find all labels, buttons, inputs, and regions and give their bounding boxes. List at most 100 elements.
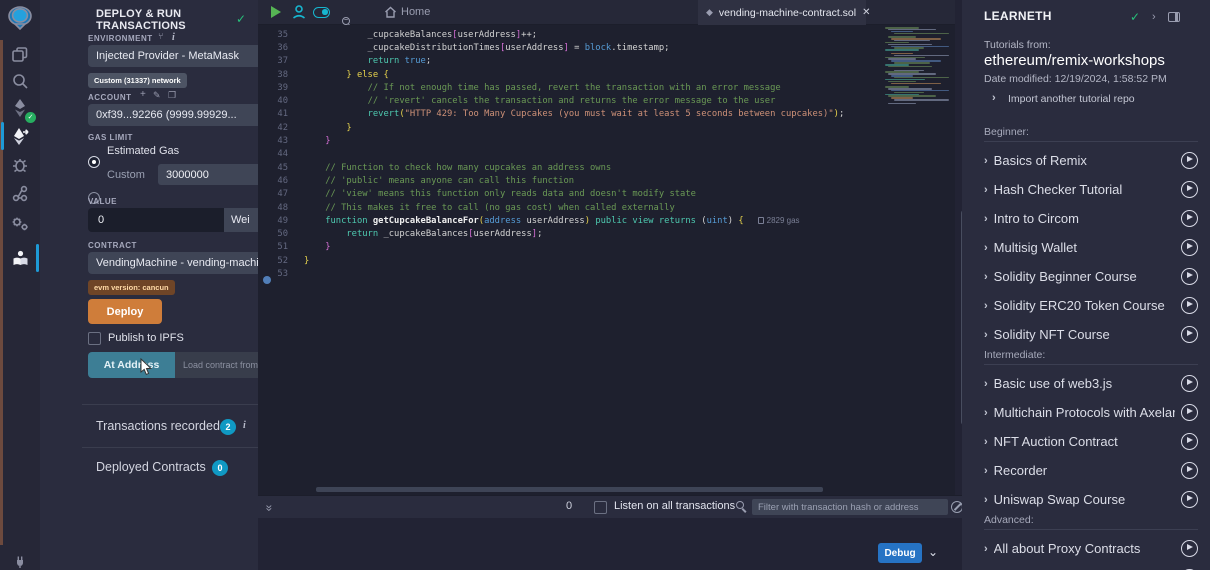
tutorial-item[interactable]: ›Deploy with Libraries xyxy=(984,563,1198,570)
terminal-expand-icon[interactable]: » xyxy=(262,505,276,512)
environment-select[interactable]: Injected Provider - MetaMask ∥ xyxy=(88,45,282,67)
environment-info-icon[interactable]: i xyxy=(172,32,175,43)
code-line[interactable]: 41 revert("HTTP 429: Too Many Cupcakes (… xyxy=(258,108,878,121)
file-explorer-icon[interactable] xyxy=(0,42,40,68)
tutorial-item[interactable]: ›Multisig Wallet xyxy=(984,233,1198,262)
horizontal-scrollbar[interactable] xyxy=(316,487,823,492)
code-line[interactable]: 53 xyxy=(258,267,878,280)
remix-logo-icon[interactable] xyxy=(0,5,40,31)
tutorial-play-button[interactable] xyxy=(1181,462,1198,479)
listen-all-checkbox[interactable] xyxy=(594,501,607,514)
tutorial-play-button[interactable] xyxy=(1181,181,1198,198)
tutorial-expand-chevron[interactable]: › xyxy=(984,543,988,555)
deploy-run-icon[interactable] xyxy=(0,123,40,149)
settings-icon[interactable] xyxy=(0,210,40,236)
tutorial-expand-chevron[interactable]: › xyxy=(984,271,988,283)
tab-close-icon[interactable]: ✕ xyxy=(862,7,870,18)
tutorial-expand-chevron[interactable]: › xyxy=(984,465,988,477)
tutorial-expand-chevron[interactable]: › xyxy=(984,407,988,419)
deploy-button[interactable]: Deploy xyxy=(88,299,162,324)
copy-account-icon[interactable]: ❐ xyxy=(168,90,176,101)
publish-ipfs-checkbox[interactable] xyxy=(88,332,101,345)
plugin-manager-icon[interactable] xyxy=(0,548,40,570)
tutorial-play-button[interactable] xyxy=(1181,404,1198,421)
run-script-icon[interactable] xyxy=(271,6,281,18)
tutorial-expand-chevron[interactable]: › xyxy=(984,329,988,341)
tutorial-play-button[interactable] xyxy=(1181,297,1198,314)
tutorial-expand-chevron[interactable]: › xyxy=(984,494,988,506)
tutorial-item[interactable]: ›Recorder xyxy=(984,456,1198,485)
tutorial-item[interactable]: ›Basic use of web3.js xyxy=(984,369,1198,398)
tutorial-item[interactable]: ›Solidity ERC20 Token Course xyxy=(984,291,1198,320)
code-line[interactable]: 35 _cupcakeBalances[userAddress]++; xyxy=(258,28,878,41)
estimated-gas-radio[interactable] xyxy=(88,156,100,168)
solidity-compiler-icon[interactable]: ✓ xyxy=(0,95,40,121)
git-icon[interactable] xyxy=(0,181,40,207)
code-line[interactable]: 47 // 'view' means this function only re… xyxy=(258,188,878,201)
tutorial-expand-chevron[interactable]: › xyxy=(984,378,988,390)
code-line[interactable]: 43 } xyxy=(258,134,878,147)
code-line[interactable]: 39 // If not enough time has passed, rev… xyxy=(258,81,878,94)
code-line[interactable]: 48 // This makes it free to call (no gas… xyxy=(258,201,878,214)
tutorial-expand-chevron[interactable]: › xyxy=(984,155,988,167)
ai-assistant-icon[interactable] xyxy=(291,4,307,20)
tutorial-play-button[interactable] xyxy=(1181,433,1198,450)
tutorial-item[interactable]: ›Multichain Protocols with Axelar xyxy=(984,398,1198,427)
debugger-icon[interactable] xyxy=(0,152,40,178)
tutorial-expand-chevron[interactable]: › xyxy=(984,213,988,225)
home-icon[interactable] xyxy=(384,6,397,19)
contract-select[interactable]: VendingMachine - vending-machin xyxy=(88,252,282,274)
tutorial-item[interactable]: ›Solidity Beginner Course xyxy=(984,262,1198,291)
at-address-button[interactable]: At Address xyxy=(88,352,175,378)
tutorial-play-button[interactable] xyxy=(1181,268,1198,285)
tutorial-play-button[interactable] xyxy=(1181,491,1198,508)
tutorial-play-button[interactable] xyxy=(1181,210,1198,227)
sign-message-icon[interactable]: ✎ xyxy=(153,90,161,101)
code-line[interactable]: 52} xyxy=(258,254,878,267)
tutorial-item[interactable]: ›Basics of Remix xyxy=(984,146,1198,175)
tutorial-play-button[interactable] xyxy=(1181,326,1198,343)
learneth-expand-chevron[interactable]: › xyxy=(1152,11,1156,23)
tutorial-expand-chevron[interactable]: › xyxy=(984,184,988,196)
home-label[interactable]: Home xyxy=(401,6,430,18)
code-line[interactable]: 42 } xyxy=(258,121,878,134)
code-line[interactable]: 45 // Function to check how many cupcake… xyxy=(258,161,878,174)
tab-vending-machine-contract[interactable]: ◆ vending-machine-contract.sol ✕ xyxy=(698,0,866,25)
tutorial-expand-chevron[interactable]: › xyxy=(984,436,988,448)
tx-expand-chevron-icon[interactable]: ⌄ xyxy=(928,545,938,559)
ai-toggle-icon[interactable] xyxy=(313,7,330,18)
code-line[interactable]: 36 _cupcakeDistributionTimes[userAddress… xyxy=(258,41,878,54)
learneth-plugin-icon[interactable] xyxy=(0,245,40,271)
transaction-filter-input[interactable] xyxy=(752,499,948,515)
code-line[interactable]: 38 } else { xyxy=(258,68,878,81)
value-input[interactable]: 0 xyxy=(88,208,224,232)
code-line[interactable]: 50 return _cupcakeBalances[userAddress]; xyxy=(258,228,878,241)
tutorial-item[interactable]: ›NFT Auction Contract xyxy=(984,427,1198,456)
import-chevron-icon[interactable]: › xyxy=(992,92,996,104)
code-line[interactable]: 49 function getCupcakeBalanceFor(address… xyxy=(258,214,878,227)
tutorial-play-button[interactable] xyxy=(1181,239,1198,256)
search-icon[interactable] xyxy=(0,68,40,94)
import-repo-link[interactable]: Import another tutorial repo xyxy=(1008,93,1135,105)
debug-button[interactable]: Debug xyxy=(878,543,922,563)
code-editor[interactable]: 35 _cupcakeBalances[userAddress]++;36 _c… xyxy=(258,25,962,495)
tutorial-item[interactable]: ›Solidity NFT Course xyxy=(984,320,1198,349)
code-line[interactable]: 46 // 'public' means anyone can call thi… xyxy=(258,174,878,187)
tutorial-item[interactable]: ›Uniswap Swap Course xyxy=(984,485,1198,514)
terminal-log[interactable]: creation of VendingMachine pending... ✓ … xyxy=(258,518,962,570)
account-select[interactable]: 0xf39...92266 (9999.99929... ∥ xyxy=(88,104,282,126)
tutorial-play-button[interactable] xyxy=(1181,375,1198,392)
tutorial-expand-chevron[interactable]: › xyxy=(984,300,988,312)
code-line[interactable]: 40 // 'revert' cancels the transaction a… xyxy=(258,95,878,108)
code-line[interactable]: 51 } xyxy=(258,241,878,254)
transactions-info-icon[interactable]: i xyxy=(243,420,246,431)
fork-icon[interactable]: ⑂ xyxy=(158,31,163,41)
tutorial-expand-chevron[interactable]: › xyxy=(984,242,988,254)
tutorial-play-button[interactable] xyxy=(1181,152,1198,169)
code-line[interactable]: 37 return true; xyxy=(258,55,878,68)
tutorial-play-button[interactable] xyxy=(1181,540,1198,557)
editor-minimap[interactable] xyxy=(885,27,951,105)
learneth-pin-icon[interactable] xyxy=(1168,12,1180,22)
tutorial-item[interactable]: ›Hash Checker Tutorial xyxy=(984,175,1198,204)
add-account-icon[interactable]: + xyxy=(140,89,146,100)
